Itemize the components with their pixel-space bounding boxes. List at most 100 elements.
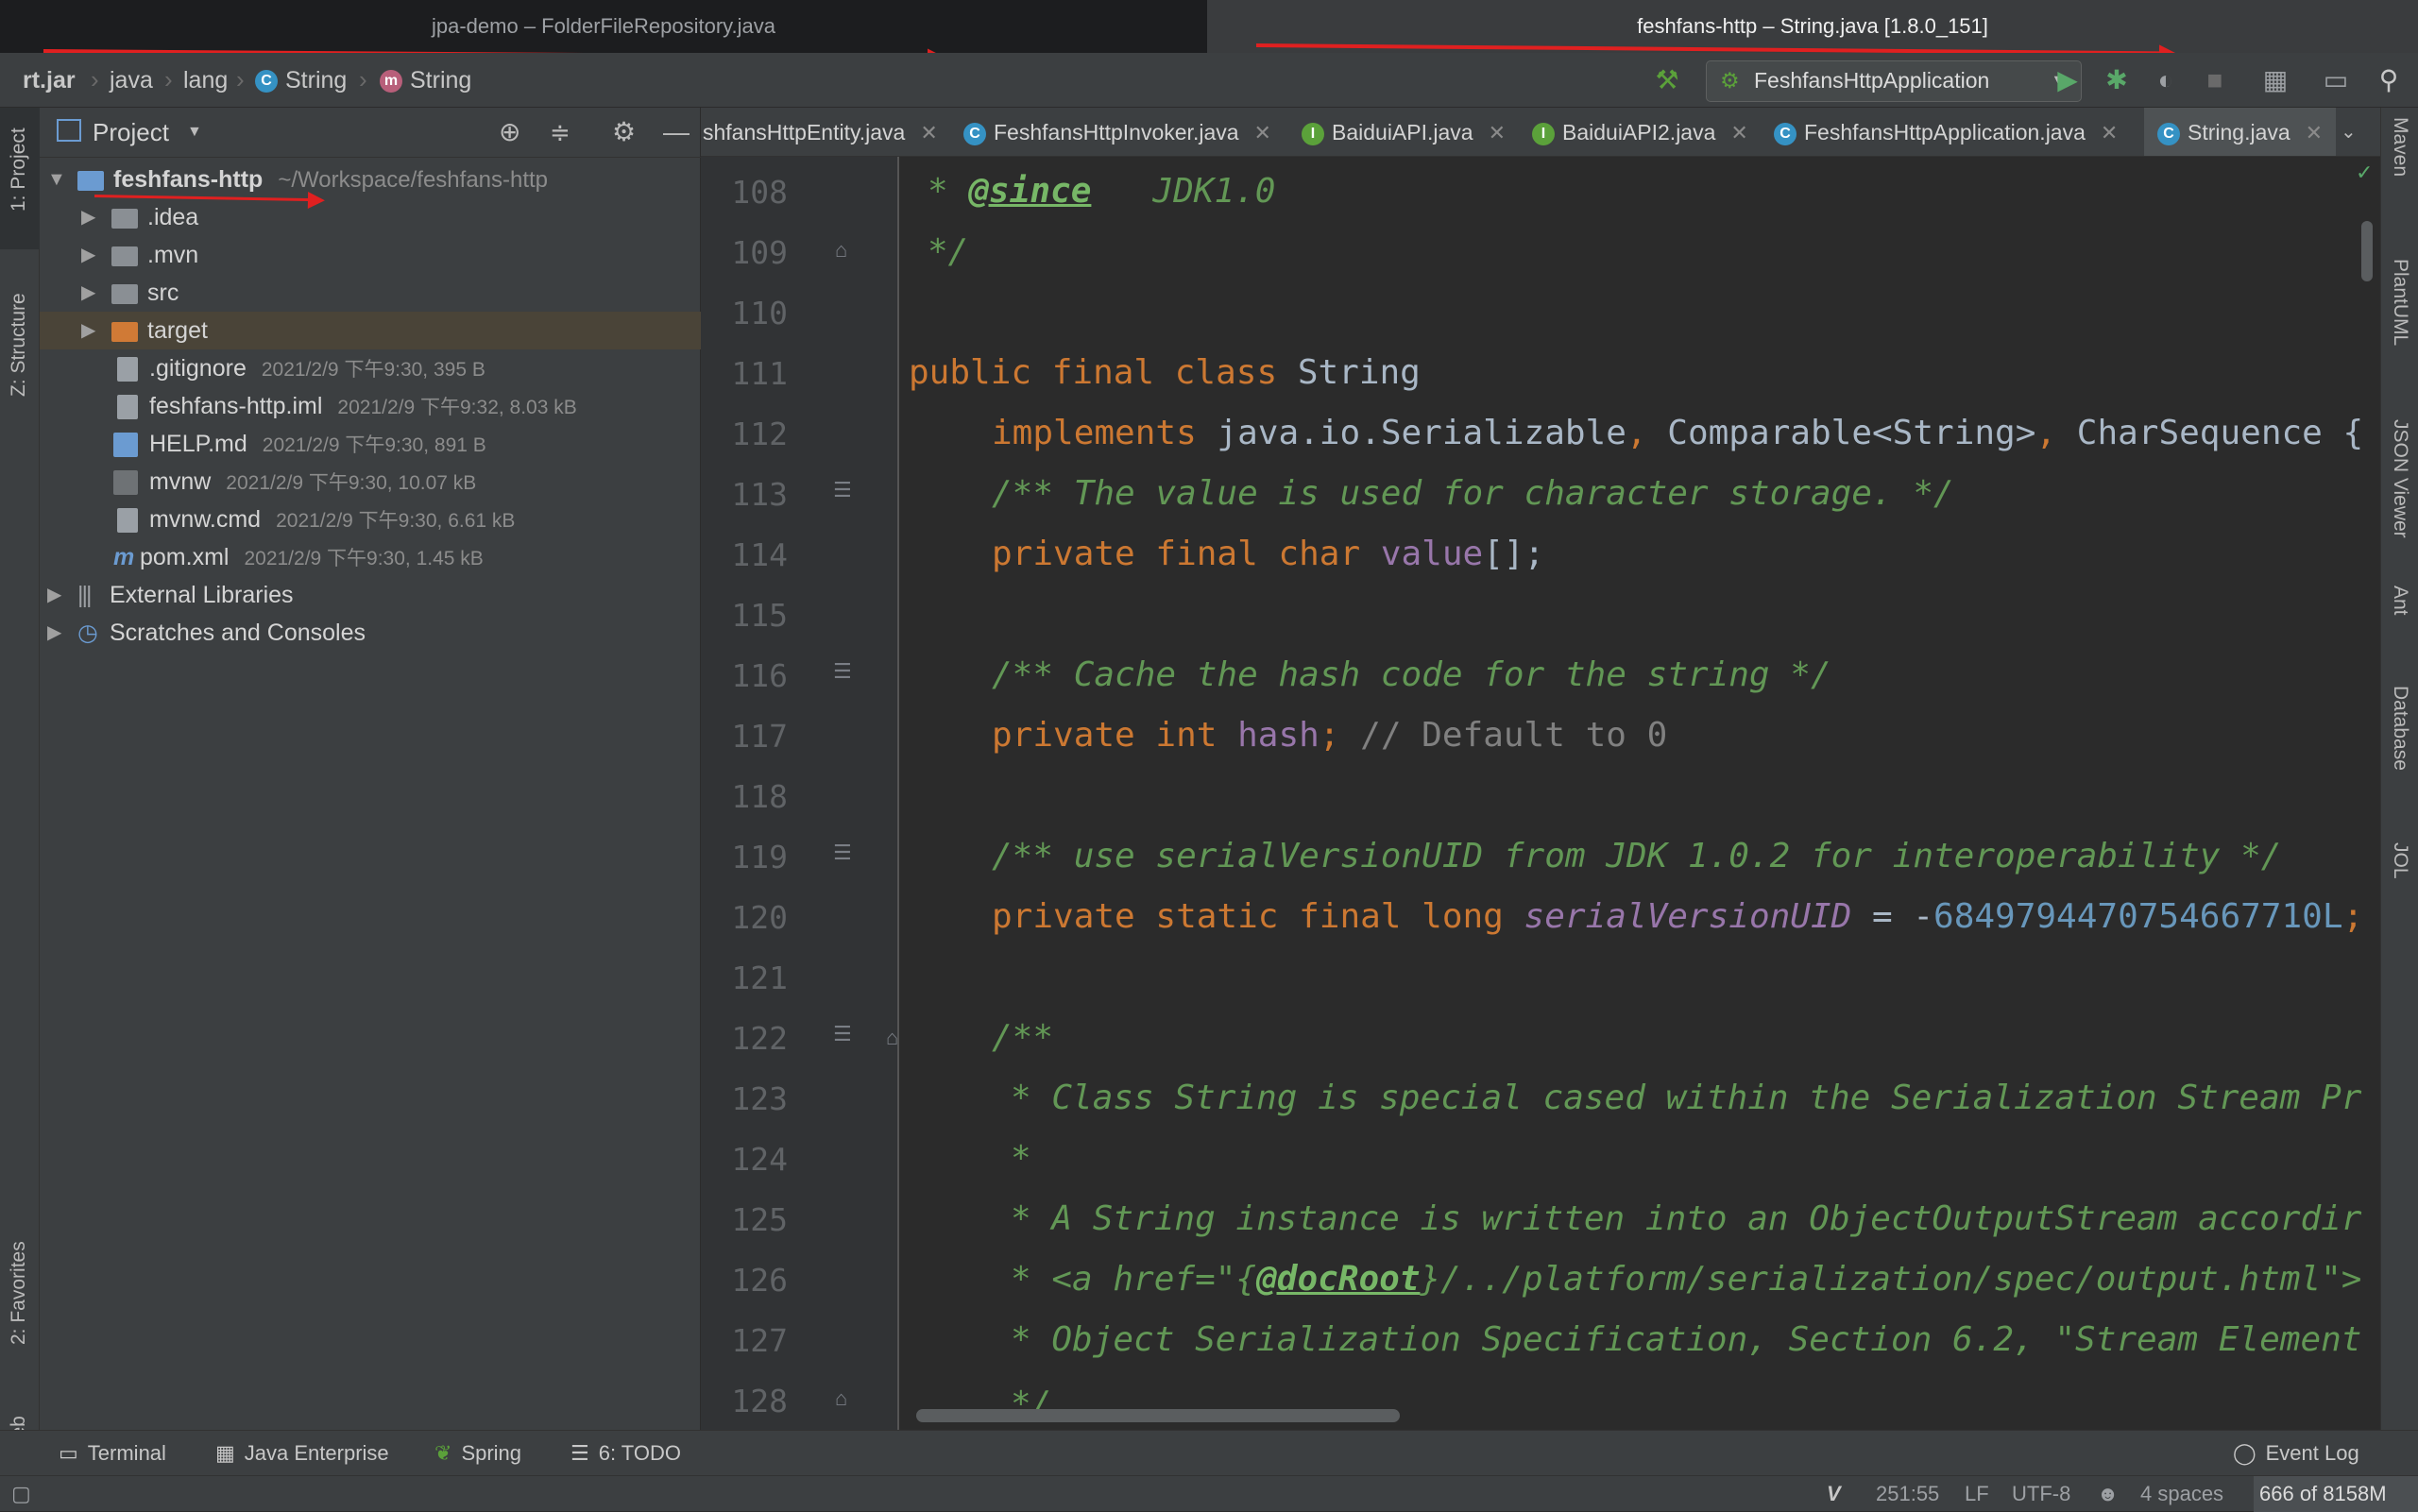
window-tab-jpa-demo[interactable]: jpa-demo – FolderFileRepository.java: [0, 0, 1207, 53]
file-encoding[interactable]: UTF-8: [2012, 1476, 2070, 1512]
chevron-right-icon: ▶: [47, 585, 62, 605]
tool-tab-structure[interactable]: Z: Structure: [0, 278, 40, 419]
close-icon[interactable]: ✕: [1730, 121, 1747, 144]
tree-item-external-libraries[interactable]: ▶ ||| External Libraries: [40, 576, 701, 614]
close-icon[interactable]: ✕: [1489, 121, 1506, 144]
editor-tab-bar: shfansHttpEntity.java ✕ C FeshfansHttpInvo…: [701, 108, 2380, 157]
vim-icon[interactable]: V: [1827, 1476, 1841, 1512]
tool-tab-favorites[interactable]: 2: Favorites: [0, 1147, 40, 1345]
line-number: 122: [731, 1020, 788, 1057]
close-icon[interactable]: ✕: [1254, 121, 1271, 144]
fold-icon[interactable]: ⌂: [835, 238, 860, 262]
left-tool-stripe: 1: Project Z: Structure 2: Favorites Web: [0, 108, 40, 1456]
git-person-icon[interactable]: ☻: [2097, 1476, 2119, 1512]
chevron-down-icon[interactable]: ▼: [187, 108, 202, 157]
line-number: 124: [731, 1141, 788, 1178]
project-tool-window: Project ▼ ⊕ ≑ ⚙ — ▼ feshfans-http ~/Works…: [40, 108, 701, 1430]
line-number: 123: [731, 1080, 788, 1117]
close-icon[interactable]: ✕: [2306, 121, 2323, 144]
tab-baidui-api[interactable]: I BaiduiAPI.java ✕: [1302, 108, 1506, 156]
tree-item-help-md[interactable]: HELP.md 2021/2/9 下午9:30, 891 B: [40, 425, 701, 463]
tree-item-src[interactable]: ▶ src: [40, 274, 701, 312]
vertical-scrollbar[interactable]: [2361, 221, 2373, 281]
indent-setting[interactable]: 4 spaces: [2140, 1476, 2223, 1512]
close-icon[interactable]: ✕: [920, 121, 937, 144]
line-number: 110: [731, 295, 788, 331]
close-icon[interactable]: ✕: [2101, 121, 2118, 144]
code-editor[interactable]: ✓ 108 * @since JDK1.0 109 ⌂ */ 110 111 p…: [701, 157, 2380, 1430]
breadcrumb-method-string[interactable]: m String: [380, 53, 471, 108]
tab-string-java[interactable]: C String.java ✕: [2144, 108, 2337, 156]
tool-tab-project[interactable]: 1: Project: [0, 108, 40, 249]
build-hammer-icon[interactable]: ⚒: [1651, 64, 1683, 96]
collapse-all-icon[interactable]: ≑: [550, 108, 570, 157]
hide-panel-icon[interactable]: —: [663, 108, 690, 157]
tool-tab-web[interactable]: Web: [0, 1335, 40, 1456]
stop-icon[interactable]: ■: [2199, 64, 2231, 96]
terminal-icon: ▭: [59, 1441, 78, 1465]
tree-item-gitignore[interactable]: .gitignore 2021/2/9 下午9:30, 395 B: [40, 349, 701, 387]
tab-http-entity[interactable]: shfansHttpEntity.java ✕: [703, 108, 938, 156]
locate-file-icon[interactable]: ⊕: [499, 108, 520, 157]
line-separator[interactable]: LF: [1965, 1476, 1989, 1512]
tab-overflow-chevron-icon[interactable]: ⌄: [2341, 108, 2357, 156]
code-line-113: /** The value is used for character stor…: [992, 474, 1954, 513]
tree-item-mvn[interactable]: ▶ .mvn: [40, 236, 701, 274]
render-docs-icon[interactable]: ☰: [833, 478, 858, 501]
right-tool-stripe: Maven PlantUML JSON Viewer Ant Database …: [2380, 108, 2418, 1430]
project-view-select[interactable]: Project: [93, 108, 169, 157]
spring-tool-button[interactable]: ❦ Spring: [434, 1431, 521, 1476]
project-structure-icon[interactable]: ▦: [2259, 64, 2291, 96]
tab-http-invoker[interactable]: C FeshfansHttpInvoker.java ✕: [963, 108, 1271, 156]
code-line-127: * Object Serialization Specification, Se…: [1011, 1320, 2362, 1359]
breadcrumb-class-string[interactable]: C String: [255, 53, 347, 108]
tree-item-target[interactable]: ▶ target: [40, 312, 701, 349]
caret-position[interactable]: 251:55: [1876, 1476, 1939, 1512]
event-log-tool-button[interactable]: ◯ Event Log: [2233, 1431, 2359, 1476]
breadcrumb-lang[interactable]: lang: [183, 53, 228, 108]
fold-icon[interactable]: ⌂: [886, 1026, 905, 1049]
folder-icon: [111, 246, 138, 266]
tab-http-application[interactable]: C FeshfansHttpApplication.java ✕: [1774, 108, 2118, 156]
render-docs-icon[interactable]: ☰: [833, 1022, 858, 1045]
chevron-right-icon: ▶: [81, 320, 96, 341]
run-configuration-select[interactable]: ⚙ FeshfansHttpApplication ▼: [1706, 60, 2082, 102]
horizontal-scrollbar[interactable]: [916, 1409, 1400, 1422]
tab-baidui-api2[interactable]: I BaiduiAPI2.java ✕: [1532, 108, 1748, 156]
tree-root-feshfans-http[interactable]: ▼ feshfans-http ~/Workspace/feshfans-http: [40, 161, 701, 202]
navigation-bar: rt.jar › java › lang › C String › m String…: [0, 53, 2418, 108]
tree-item-scratches[interactable]: ▶ ◷ Scratches and Consoles: [40, 614, 701, 652]
code-line-109: */: [928, 232, 969, 271]
tree-item-pom-xml[interactable]: m pom.xml 2021/2/9 下午9:30, 1.45 kB: [40, 538, 701, 576]
interface-icon: I: [1532, 122, 1555, 145]
line-number: 111: [731, 355, 788, 392]
memory-indicator[interactable]: 666 of 8158M: [2254, 1476, 2418, 1512]
fold-icon[interactable]: ⌂: [835, 1386, 860, 1410]
java-enterprise-tool-button[interactable]: ▦ Java Enterprise: [215, 1431, 389, 1476]
breadcrumb-rt-jar[interactable]: rt.jar: [23, 53, 76, 108]
folder-icon: [77, 170, 104, 191]
todo-tool-button[interactable]: ☰ 6: TODO: [570, 1431, 681, 1476]
toggle-tool-windows-icon[interactable]: ▢: [11, 1476, 31, 1512]
breadcrumb-separator: ›: [359, 65, 367, 93]
render-docs-icon[interactable]: ☰: [833, 659, 858, 683]
terminal-window-icon[interactable]: ▭: [2320, 64, 2352, 96]
debug-icon[interactable]: ✱: [2101, 64, 2133, 96]
code-line-124: *: [1011, 1139, 1031, 1178]
code-line-125: * A String instance is written into an O…: [1011, 1199, 2362, 1238]
tree-item-mvnw-cmd[interactable]: mvnw.cmd 2021/2/9 下午9:30, 6.61 kB: [40, 501, 701, 538]
search-icon[interactable]: ⚲: [2373, 64, 2405, 96]
file-icon: [117, 357, 138, 382]
tree-item-mvnw[interactable]: mvnw 2021/2/9 下午9:30, 10.07 kB: [40, 463, 701, 501]
gear-icon[interactable]: ⚙: [612, 108, 636, 157]
run-icon[interactable]: ▶: [2052, 64, 2084, 96]
tree-item-idea[interactable]: ▶ .idea: [40, 198, 701, 236]
terminal-tool-button[interactable]: ▭ Terminal: [59, 1431, 166, 1476]
tree-item-iml[interactable]: feshfans-http.iml 2021/2/9 下午9:32, 8.03 k…: [40, 387, 701, 425]
breadcrumb-separator: ›: [91, 65, 99, 93]
breadcrumb-java[interactable]: java: [110, 53, 153, 108]
render-docs-icon[interactable]: ☰: [833, 841, 858, 864]
class-icon: C: [1774, 122, 1796, 145]
run-with-coverage-icon[interactable]: ◐: [2150, 64, 2182, 96]
project-icon: [57, 119, 81, 142]
